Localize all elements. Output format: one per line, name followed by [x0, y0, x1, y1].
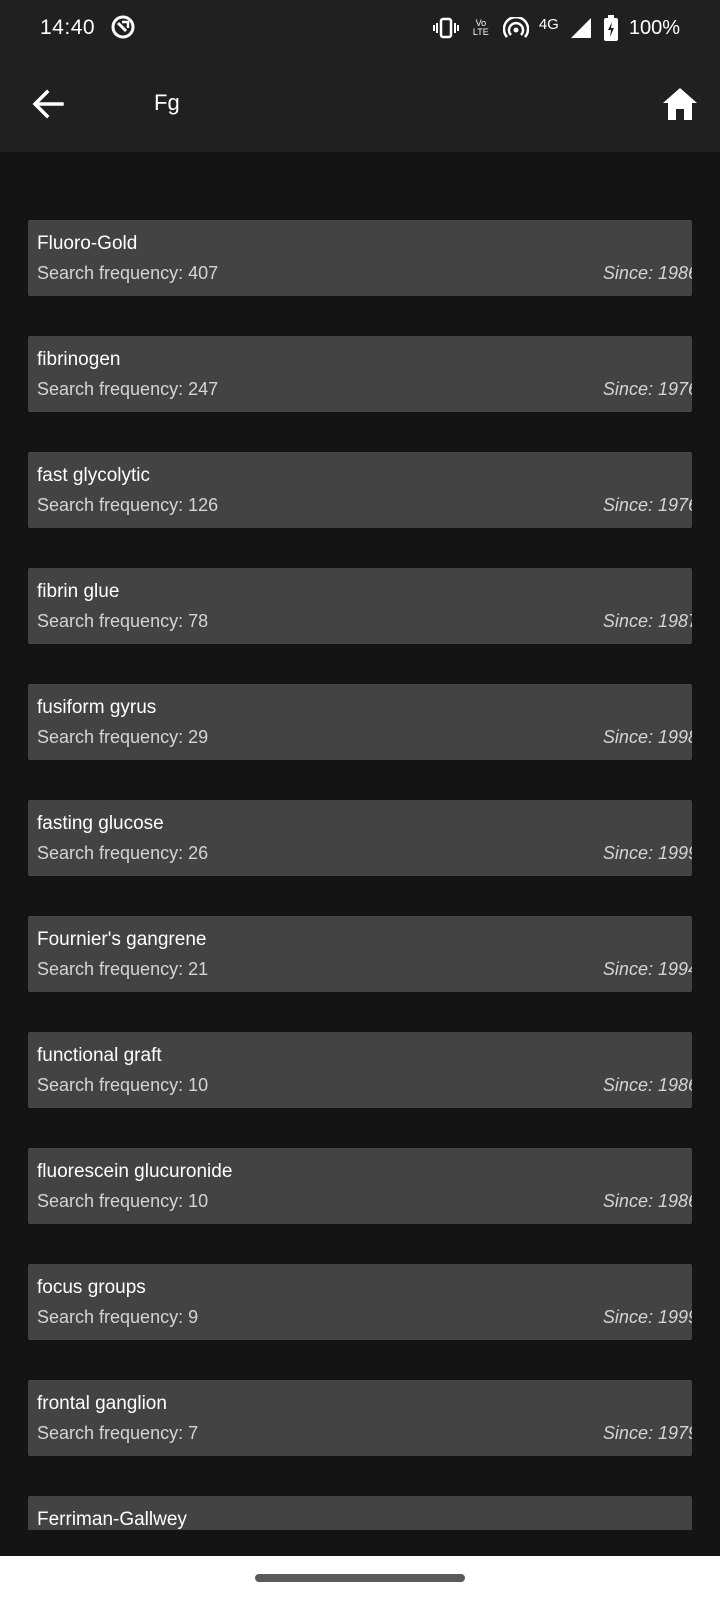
since-label: Since: 1986 [602, 1075, 692, 1095]
since-label: Since: 1999 [602, 1307, 692, 1327]
term-label: fibrinogen [37, 349, 121, 370]
term-label: fusiform gyrus [37, 697, 157, 718]
volte-icon: Vo LTE [472, 18, 489, 37]
term-label: fluorescein glucuronide [37, 1161, 233, 1182]
list-item[interactable]: Fournier's gangrene Search frequency: 21… [28, 916, 692, 992]
search-query-title: Fg [154, 90, 180, 115]
term-label: Ferriman-Gallwey [37, 1509, 187, 1530]
term-label: Fournier's gangrene [37, 929, 207, 950]
frequency-label: Search frequency: 247 [37, 379, 219, 399]
frequency-label: Search frequency: 10 [37, 1075, 209, 1095]
frequency-label: Search frequency: 9 [37, 1307, 199, 1327]
frequency-label: Search frequency: 78 [37, 611, 209, 631]
hotspot-icon [502, 17, 529, 38]
app-bar: Fg [0, 56, 720, 152]
list-item[interactable]: fibrin glue Search frequency: 78 Since: … [28, 568, 692, 644]
frequency-label: Search frequency: 10 [37, 1191, 209, 1211]
back-arrow-icon[interactable] [30, 86, 66, 122]
list-item[interactable]: fast glycolytic Search frequency: 126 Si… [28, 452, 692, 528]
since-label: Since: 1976 [602, 495, 692, 515]
since-label: Since: 1999 [602, 843, 692, 863]
vibrate-icon [432, 17, 459, 39]
status-bar: 14:40 Vo LTE 4G 100% [0, 0, 720, 56]
term-label: Fluoro-Gold [37, 233, 138, 254]
signal-icon [570, 18, 591, 38]
since-label: Since: 1979 [602, 1423, 692, 1443]
frequency-label: Search frequency: 7 [37, 1423, 199, 1443]
since-label: Since: 1986 [602, 1191, 692, 1211]
gesture-nav-bar [0, 1556, 720, 1600]
list-item[interactable]: frontal ganglion Search frequency: 7 Sin… [28, 1380, 692, 1456]
battery-charging-icon [603, 15, 618, 41]
status-time: 14:40 [40, 16, 96, 39]
frequency-label: Search frequency: 126 [37, 495, 219, 515]
frequency-label: Search frequency: 407 [37, 263, 219, 283]
frequency-label: Search frequency: 29 [37, 727, 209, 747]
since-label: Since: 1987 [602, 611, 692, 631]
since-label: Since: 1998 [602, 727, 692, 747]
data-saver-icon [111, 15, 135, 39]
frequency-label: Search frequency: 21 [37, 959, 209, 979]
home-icon[interactable] [660, 84, 700, 124]
since-label: Since: 1976 [602, 379, 692, 399]
network-type: 4G [538, 15, 559, 33]
results-list: Fluoro-Gold Search frequency: 407 Since:… [28, 220, 692, 1530]
list-item[interactable]: focus groups Search frequency: 9 Since: … [28, 1264, 692, 1340]
home-gesture-handle[interactable] [255, 1574, 465, 1582]
list-item[interactable]: functional graft Search frequency: 10 Si… [28, 1032, 692, 1108]
battery-level: 100% [628, 16, 680, 39]
list-item[interactable]: fluorescein glucuronide Search frequency… [28, 1148, 692, 1224]
term-label: fast glycolytic [37, 465, 150, 486]
term-label: functional graft [37, 1045, 162, 1066]
list-item[interactable]: fusiform gyrus Search frequency: 29 Sinc… [28, 684, 692, 760]
term-label: frontal ganglion [37, 1393, 167, 1414]
term-label: fasting glucose [37, 813, 164, 834]
frequency-label: Search frequency: 26 [37, 843, 209, 863]
since-label: Since: 1986 [602, 263, 692, 283]
status-right-icons: Vo LTE 4G 100% [432, 12, 680, 44]
term-label: fibrin glue [37, 581, 120, 602]
list-item[interactable]: Ferriman-Gallwey [28, 1496, 692, 1530]
list-item[interactable]: fibrinogen Search frequency: 247 Since: … [28, 336, 692, 412]
since-label: Since: 1994 [602, 959, 692, 979]
list-item[interactable]: fasting glucose Search frequency: 26 Sin… [28, 800, 692, 876]
term-label: focus groups [37, 1277, 146, 1298]
list-item[interactable]: Fluoro-Gold Search frequency: 407 Since:… [28, 220, 692, 296]
